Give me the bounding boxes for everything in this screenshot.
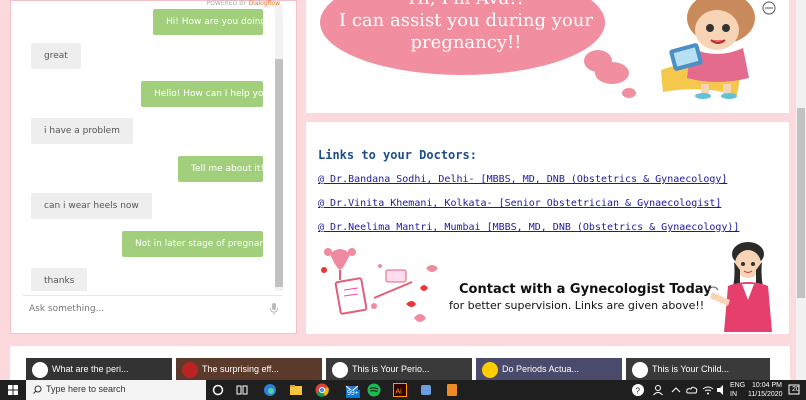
- language-region: IN: [730, 391, 737, 398]
- app-icon[interactable]: [418, 382, 434, 398]
- channel-avatar-icon: [32, 362, 48, 378]
- hero-card: Hi, I'm Ava!! I can assist you during yo…: [306, 0, 789, 113]
- task-view-icon[interactable]: [234, 382, 250, 398]
- chat-message-bot: Tell me about it!: [178, 156, 264, 182]
- app-icon[interactable]: [444, 382, 460, 398]
- video-card[interactable]: The surprising eff...: [176, 358, 322, 380]
- hero-greeting: Hi, I'm Ava!! I can assist you during yo…: [316, 0, 616, 54]
- volume-icon[interactable]: [714, 382, 730, 398]
- contact-title: Contact with a Gynecologist Today: [459, 282, 712, 297]
- video-card[interactable]: This is Your Perio...: [326, 358, 472, 380]
- windows-start-icon[interactable]: [0, 380, 26, 400]
- speech-cloud-dot: [622, 88, 636, 98]
- chat-messages: Hi! How are you doing? great Hello! How …: [11, 1, 283, 291]
- doctor-link-vinita-khemani[interactable]: @ Dr.Vinita Khemani, Kolkata- [Senior Ob…: [318, 198, 721, 209]
- medical-icons-illustration: [321, 248, 438, 322]
- channel-avatar-icon: [182, 362, 198, 378]
- chat-scrollbar-thumb[interactable]: [275, 59, 283, 287]
- chat-message-bot: Not in later stage of pregnancy!: [122, 231, 279, 257]
- channel-avatar-icon: [632, 362, 648, 378]
- chat-panel: POWERED BY Dialogflow Hi! How are you do…: [10, 0, 297, 334]
- chat-message-bot: Hello! How can I help you?: [141, 81, 274, 107]
- chrome-icon[interactable]: [314, 382, 330, 398]
- speech-cloud-bump: [595, 62, 629, 84]
- page-scrollbar[interactable]: [796, 0, 806, 380]
- video-strip: What are the peri... The surprising eff.…: [10, 346, 790, 380]
- contact-subtitle: for better supervision. Links are given …: [449, 299, 705, 312]
- chat-message-user: can i wear heels now: [31, 193, 152, 219]
- notifications-count: 20: [792, 386, 800, 393]
- page-scrollbar-thumb[interactable]: [797, 108, 805, 298]
- microphone-icon[interactable]: [269, 303, 279, 315]
- mail-badge: 99+: [346, 390, 360, 398]
- doctors-card: Links to your Doctors: @ Dr.Bandana Sodh…: [306, 122, 789, 334]
- edge-icon[interactable]: [262, 382, 278, 398]
- video-card[interactable]: What are the peri...: [26, 358, 172, 380]
- chat-scrollbar[interactable]: [275, 5, 283, 291]
- cortana-icon[interactable]: [210, 382, 226, 398]
- video-title: This is Your Child...: [652, 364, 730, 374]
- spotify-icon[interactable]: [366, 382, 382, 398]
- help-icon[interactable]: ?: [630, 382, 646, 398]
- search-placeholder: Type here to search: [46, 384, 126, 394]
- doctors-links-title: Links to your Doctors:: [318, 148, 477, 162]
- svg-text:?: ?: [636, 387, 641, 396]
- channel-avatar-icon: [332, 362, 348, 378]
- file-explorer-icon[interactable]: [288, 382, 304, 398]
- video-title: This is Your Perio...: [352, 364, 430, 374]
- windows-taskbar: Type here to search 99+ Ai ? ENG IN 10:0…: [0, 380, 806, 400]
- user-icon[interactable]: [650, 382, 666, 398]
- search-icon: [33, 385, 42, 394]
- hero-line-3: pregnancy!!: [410, 32, 522, 53]
- chat-input[interactable]: [23, 295, 283, 321]
- video-title: Do Periods Actua...: [502, 364, 580, 374]
- chat-message-user: i have a problem: [31, 118, 133, 144]
- hero-line-2: I can assist you during your: [339, 10, 593, 31]
- clock-time[interactable]: 10:04 PM: [752, 382, 782, 390]
- svg-text:Ai: Ai: [396, 389, 403, 396]
- chat-message-user: thanks: [31, 268, 88, 291]
- taskbar-search[interactable]: Type here to search: [26, 380, 206, 400]
- video-title: The surprising eff...: [202, 364, 279, 374]
- illustrator-icon[interactable]: Ai: [392, 382, 408, 398]
- cloud-icon[interactable]: [684, 382, 700, 398]
- hero-line-1: Hi, I'm Ava!!: [316, 0, 616, 10]
- clock-date: 11/15/2020: [748, 391, 783, 398]
- channel-avatar-icon: [482, 362, 498, 378]
- video-card[interactable]: This is Your Child...: [626, 358, 770, 380]
- chevron-up-icon[interactable]: [668, 382, 684, 398]
- doctor-link-bandana-sodhi[interactable]: @ Dr.Bandana Sodhi, Delhi- [MBBS, MD, DN…: [318, 174, 727, 185]
- ava-avatar-illustration: [661, 0, 776, 99]
- language-indicator[interactable]: ENG: [730, 382, 745, 390]
- chat-message-user: great: [31, 43, 81, 69]
- doctor-link-neelima-mantri[interactable]: @ Dr.Neelima Mantri, Mumbai [MBBS, MD, D…: [318, 222, 739, 233]
- chat-message-bot: Hi! How are you doing?: [153, 9, 271, 35]
- doctor-illustration: [707, 242, 772, 332]
- video-title: What are the peri...: [52, 364, 129, 374]
- video-card[interactable]: Do Periods Actua...: [476, 358, 622, 380]
